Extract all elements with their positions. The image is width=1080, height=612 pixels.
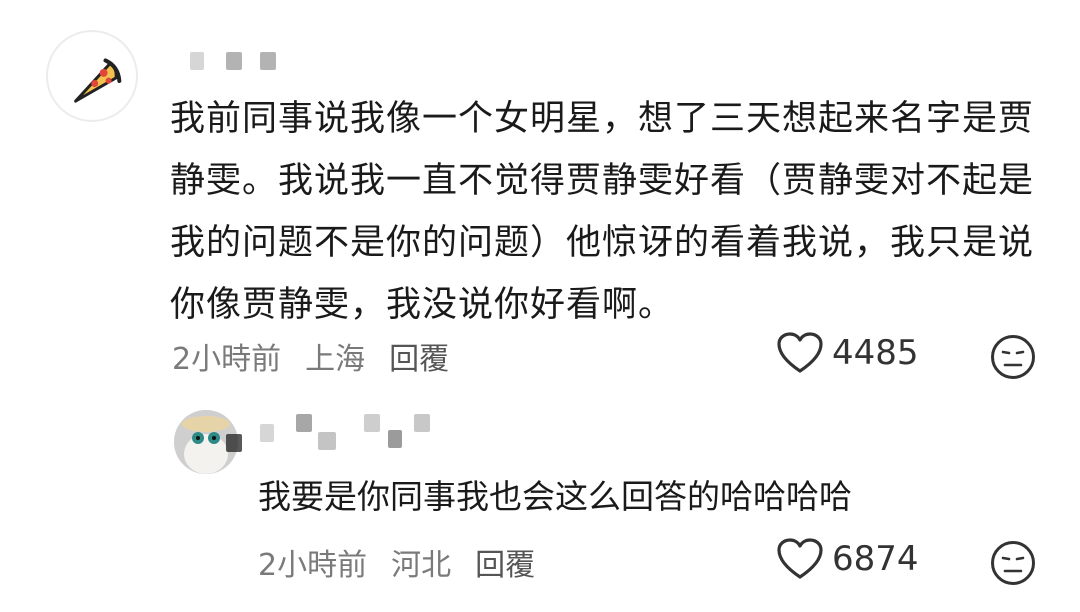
like-button[interactable]: 4485 bbox=[776, 332, 919, 374]
like-button[interactable]: 6874 bbox=[776, 538, 919, 580]
comment-location: 上海 bbox=[305, 342, 366, 377]
like-count: 6874 bbox=[832, 539, 919, 579]
username-redacted bbox=[364, 414, 380, 432]
neutral-face-icon[interactable] bbox=[990, 540, 1036, 586]
comment-meta: 2小時前 上海 回覆 bbox=[172, 334, 449, 378]
username-redacted bbox=[260, 52, 276, 70]
username-redacted bbox=[296, 414, 312, 432]
reply-time: 2小時前 bbox=[258, 548, 368, 583]
username-redacted bbox=[414, 414, 430, 432]
username-redacted bbox=[190, 52, 204, 70]
username-redacted bbox=[226, 434, 242, 452]
username-redacted bbox=[226, 52, 242, 70]
reply-location: 河北 bbox=[391, 548, 452, 583]
heart-icon bbox=[777, 538, 823, 579]
username-redacted bbox=[260, 424, 274, 442]
comment-text: 我前同事说我像一个女明星，想了三天想起来名字是贾静雯。我说我一直不觉得贾静雯好看… bbox=[170, 99, 1035, 325]
heart-icon bbox=[777, 332, 823, 373]
comment-time: 2小時前 bbox=[172, 342, 282, 377]
neutral-face-icon[interactable] bbox=[990, 334, 1036, 380]
username-redacted bbox=[388, 430, 402, 448]
reply-text: 我要是你同事我也会这么回答的哈哈哈哈 bbox=[258, 477, 852, 516]
commenter-avatar[interactable] bbox=[46, 30, 138, 122]
reply-button[interactable]: 回覆 bbox=[475, 540, 535, 584]
pizza-slice-icon bbox=[74, 58, 122, 103]
like-count: 4485 bbox=[832, 333, 919, 373]
username-redacted bbox=[318, 432, 336, 450]
reply-button[interactable]: 回覆 bbox=[389, 334, 449, 378]
reply-meta: 2小時前 河北 回覆 bbox=[258, 540, 535, 584]
